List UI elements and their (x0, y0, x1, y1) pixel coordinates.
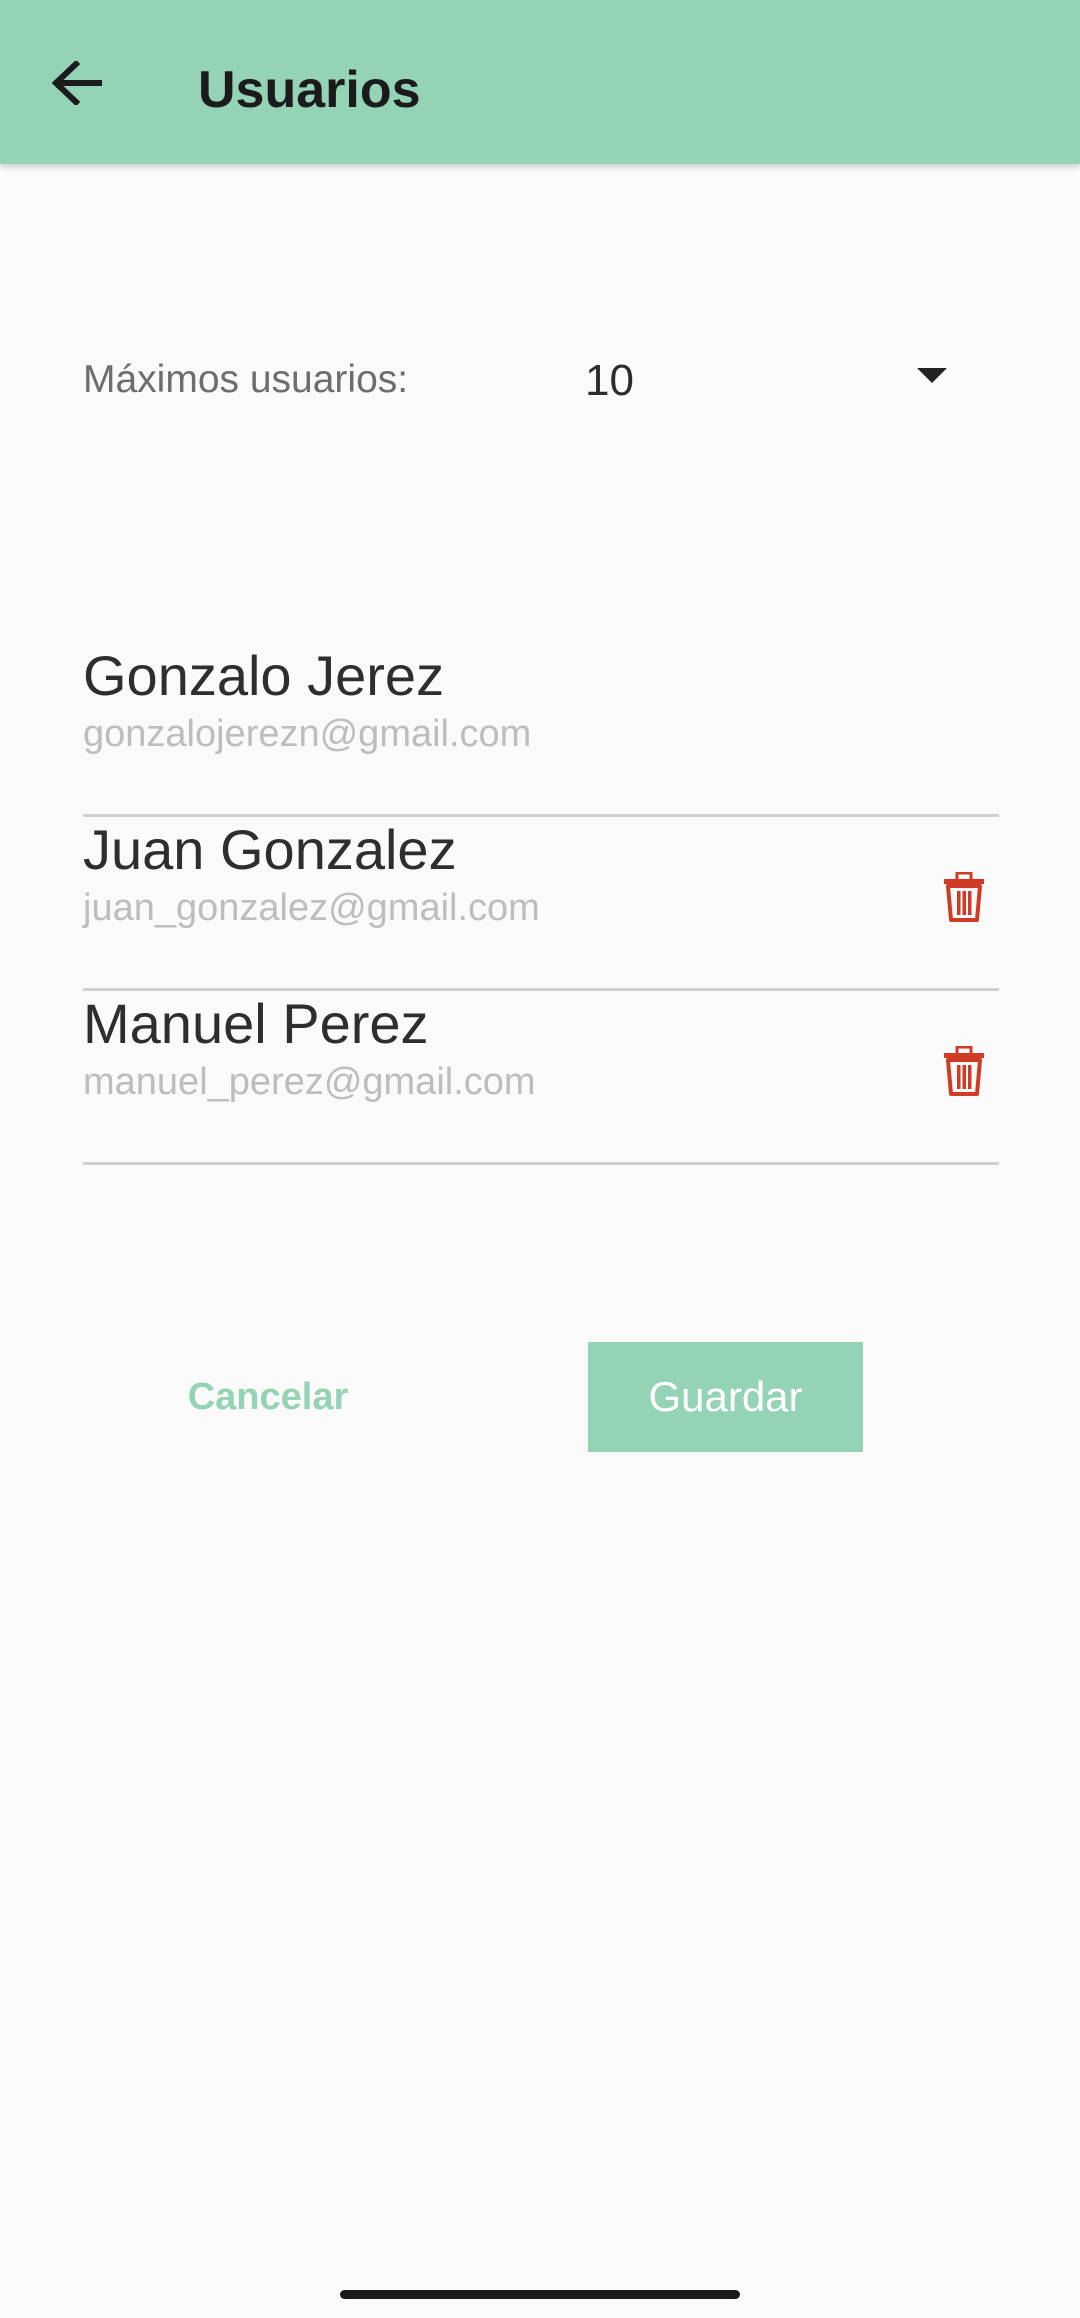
user-name: Juan Gonzalez (83, 818, 457, 881)
trash-icon (943, 1045, 985, 1101)
user-name: Gonzalo Jerez (83, 644, 445, 707)
max-users-value: 10 (585, 356, 634, 405)
save-button[interactable]: Guardar (588, 1342, 863, 1452)
user-email: juan_gonzalez@gmail.com (83, 887, 540, 929)
user-email: manuel_perez@gmail.com (83, 1061, 536, 1103)
user-email: gonzalojerezn@gmail.com (83, 713, 532, 755)
user-name: Manuel Perez (83, 992, 429, 1055)
delete-user-button[interactable] (929, 864, 999, 934)
app-bar: Usuarios (0, 0, 1080, 164)
delete-user-button[interactable] (929, 1038, 999, 1108)
cancel-button[interactable]: Cancelar (150, 1342, 386, 1452)
user-list-item: Gonzalo Jerez gonzalojerezn@gmail.com (83, 640, 999, 817)
page-title: Usuarios (198, 61, 421, 119)
max-users-label: Máximos usuarios: (83, 358, 409, 401)
dropdown-arrow-icon (917, 368, 947, 383)
max-users-dropdown[interactable]: 10 (560, 340, 980, 420)
user-list-item: Manuel Perez manuel_perez@gmail.com (83, 988, 999, 1165)
trash-icon (943, 871, 985, 927)
arrow-back-icon (51, 59, 103, 110)
user-list-item: Juan Gonzalez juan_gonzalez@gmail.com (83, 814, 999, 991)
back-button[interactable] (42, 50, 112, 120)
home-indicator[interactable] (340, 2290, 740, 2299)
